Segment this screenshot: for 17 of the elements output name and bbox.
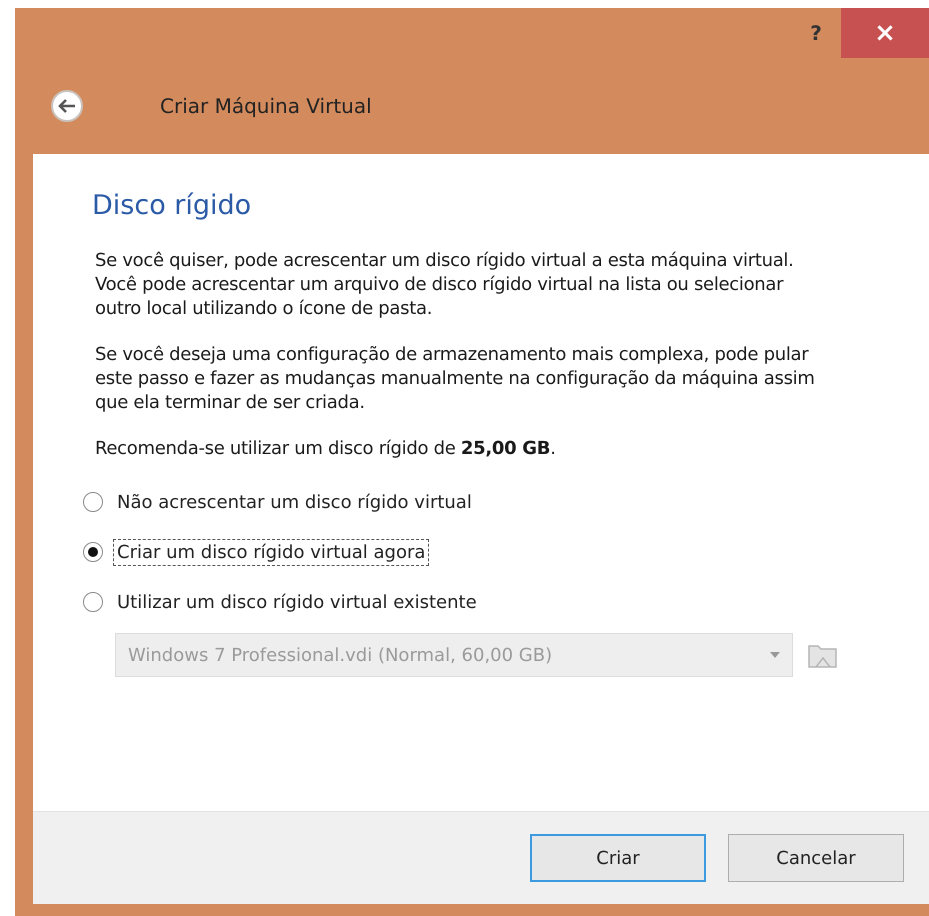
dialog-button[interactable]: Cancelar (728, 834, 904, 882)
description-text: Se você deseja uma configuração de armazenamento mais complexa, pode pular este passo e fazer as mudanças manualmente na configuração da máquina assim que ela terminar de ser criada. (95, 343, 815, 415)
description-text: Recomenda-se utilizar um disco rígido de 25,00 GB. (95, 437, 557, 461)
radio-button[interactable] (83, 542, 103, 562)
help-button[interactable]: ? (791, 8, 841, 58)
close-button[interactable]: × (841, 8, 929, 58)
radio-button[interactable] (83, 492, 103, 512)
description-text: Se você quiser, pode acrescentar um disco rígido virtual a esta máquina virtual. Você pode acrescentar um arquivo de disco rígido virtual na lista ou selecionar outro local utilizando o ícone de pasta. (95, 249, 795, 321)
dialog-button[interactable]: Criar (530, 834, 706, 882)
option-label[interactable]: Utilizar um disco rígido virtual existente (113, 588, 481, 616)
back-icon[interactable] (50, 89, 84, 123)
option-label[interactable]: Criar um disco rígido virtual agora (113, 538, 430, 566)
option-label[interactable]: Não acrescentar um disco rígido virtual (113, 488, 476, 516)
caret-icon (770, 652, 780, 658)
page-heading: Disco rígido (92, 190, 252, 221)
window-title: Criar Máquina Virtual (160, 94, 372, 118)
radio-button[interactable] (83, 592, 103, 612)
